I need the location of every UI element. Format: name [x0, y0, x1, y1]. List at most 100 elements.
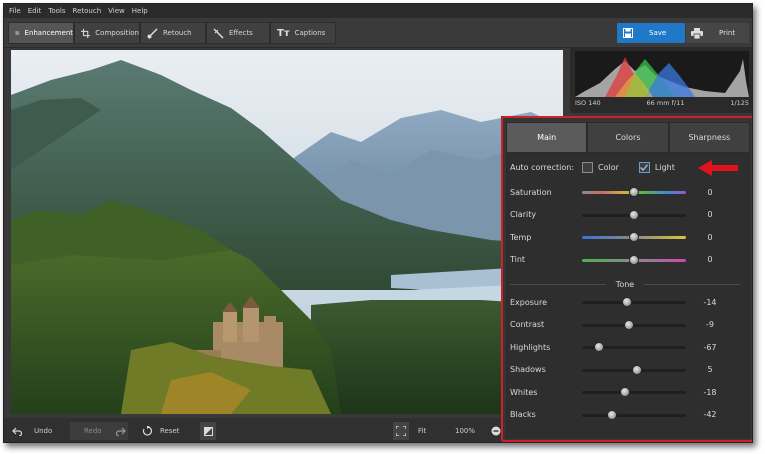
iso-value: ISO 140 [575, 99, 601, 107]
highlights-slider-row: Highlights -67 [510, 340, 740, 354]
tab-captions[interactable]: Tт Captions [270, 22, 336, 44]
fit-button[interactable]: Fit [418, 423, 426, 439]
redo-button[interactable]: Redo [70, 422, 128, 440]
whites-slider-row: Whites -18 [510, 385, 740, 399]
exposure-label: Exposure [510, 297, 548, 307]
menu-tools[interactable]: Tools [48, 7, 65, 15]
contrast-label: Contrast [510, 320, 545, 329]
temp-slider-row: Temp 0 [510, 230, 740, 244]
tab-enhancement-label: Enhancement [24, 29, 73, 37]
tab-sharpness[interactable]: Sharpness [668, 122, 750, 152]
temp-slider-handle[interactable] [629, 232, 639, 242]
blacks-value: -42 [703, 410, 717, 419]
whites-label: Whites [510, 387, 538, 397]
check-icon [640, 164, 649, 171]
blacks-slider[interactable] [582, 409, 686, 420]
tint-slider-handle[interactable] [629, 254, 639, 265]
divider [644, 283, 741, 285]
auto-correction-label: Auto correction: [510, 163, 575, 172]
tab-composition-label: Composition [95, 29, 139, 37]
menu-view[interactable]: View [108, 7, 125, 15]
app-window: File Edit Tools Retouch View Help Enhanc… [3, 3, 753, 443]
text-icon: Tт [277, 27, 290, 39]
save-button[interactable]: Save [617, 23, 685, 43]
compare-button[interactable] [200, 422, 216, 440]
tone-section-header: Tone [510, 278, 741, 290]
tint-label: Tint [510, 255, 526, 264]
panel-tabs: Main Colors Sharpness [506, 122, 750, 152]
tab-main[interactable]: Main [506, 122, 588, 152]
crop-icon [81, 28, 91, 38]
tone-label: Tone [615, 279, 635, 289]
contrast-slider[interactable] [582, 319, 686, 330]
sliders-icon [15, 31, 20, 35]
shadows-value: 5 [707, 365, 713, 374]
tint-value: 0 [707, 255, 713, 264]
tab-effects[interactable]: Effects [206, 22, 270, 44]
highlights-slider[interactable] [582, 342, 686, 352]
fit-icon-button[interactable] [393, 422, 409, 440]
red-arrow-annotation [698, 160, 738, 176]
saturation-slider-handle[interactable] [629, 187, 639, 197]
redo-icon [115, 427, 126, 436]
zoom-out-icon [491, 426, 501, 436]
fit-label: Fit [418, 427, 427, 435]
menu-help[interactable]: Help [132, 7, 148, 15]
menu-edit[interactable]: Edit [28, 7, 42, 15]
shadows-slider[interactable] [582, 364, 686, 375]
light-checkbox-label: Light [654, 163, 675, 172]
auto-correction-row: Auto correction: Color Light [510, 162, 675, 173]
highlights-slider-handle[interactable] [594, 342, 605, 352]
shadows-slider-row: Shadows 5 [510, 363, 740, 377]
saturation-slider-row: Saturation 0 [510, 185, 740, 199]
exposure-slider[interactable] [582, 297, 686, 307]
whites-slider-handle[interactable] [619, 387, 630, 397]
fit-icon [396, 426, 406, 436]
blacks-label: Blacks [510, 410, 536, 419]
tint-slider[interactable] [582, 254, 686, 265]
tint-slider-row: Tint 0 [510, 253, 740, 267]
zoom-out-button[interactable] [491, 423, 501, 439]
reset-button[interactable]: Reset [142, 423, 180, 439]
contrast-slider-handle[interactable] [624, 319, 635, 330]
clarity-label: Clarity [510, 210, 537, 219]
menu-file[interactable]: File [9, 7, 21, 15]
clarity-slider-handle[interactable] [629, 209, 639, 220]
clarity-slider[interactable] [582, 209, 686, 220]
reset-label: Reset [160, 427, 180, 435]
contrast-value: -9 [706, 320, 714, 329]
photo-canvas[interactable] [11, 50, 563, 414]
tab-composition[interactable]: Composition [74, 22, 140, 44]
shutter-value: 1/125 [730, 99, 749, 107]
exif-info: ISO 140 66 mm f/11 1/125 [575, 99, 749, 107]
undo-button[interactable]: Undo [12, 423, 52, 439]
blacks-slider-handle[interactable] [607, 409, 618, 420]
tab-colors[interactable]: Colors [587, 122, 669, 152]
saturation-value: 0 [707, 187, 713, 197]
redo-label: Redo [84, 427, 102, 435]
shadows-slider-handle[interactable] [631, 364, 642, 375]
tab-retouch-label: Retouch [163, 29, 192, 37]
zoom-level: 100% [455, 423, 475, 439]
toolbar: Enhancement Composition Retouch Effects … [4, 18, 752, 48]
histogram [575, 51, 749, 97]
menu-retouch[interactable]: Retouch [73, 7, 102, 15]
whites-slider[interactable] [582, 387, 686, 397]
exposure-slider-row: Exposure -14 [510, 295, 740, 309]
print-button[interactable]: Print [686, 23, 749, 43]
temp-slider[interactable] [582, 232, 686, 242]
tab-enhancement[interactable]: Enhancement [8, 22, 74, 44]
whites-value: -18 [703, 387, 717, 397]
saturation-slider[interactable] [582, 187, 686, 197]
compare-icon [203, 426, 213, 436]
histogram-panel: ISO 140 66 mm f/11 1/125 [570, 48, 752, 113]
histogram-graph [575, 57, 749, 97]
color-checkbox[interactable] [582, 162, 594, 173]
tab-retouch[interactable]: Retouch [140, 22, 206, 44]
temp-value: 0 [707, 232, 713, 242]
light-checkbox[interactable] [638, 162, 650, 173]
exposure-slider-handle[interactable] [621, 297, 632, 307]
magic-wand-icon [213, 27, 224, 39]
blacks-slider-row: Blacks -42 [510, 408, 740, 422]
undo-icon [12, 427, 22, 436]
